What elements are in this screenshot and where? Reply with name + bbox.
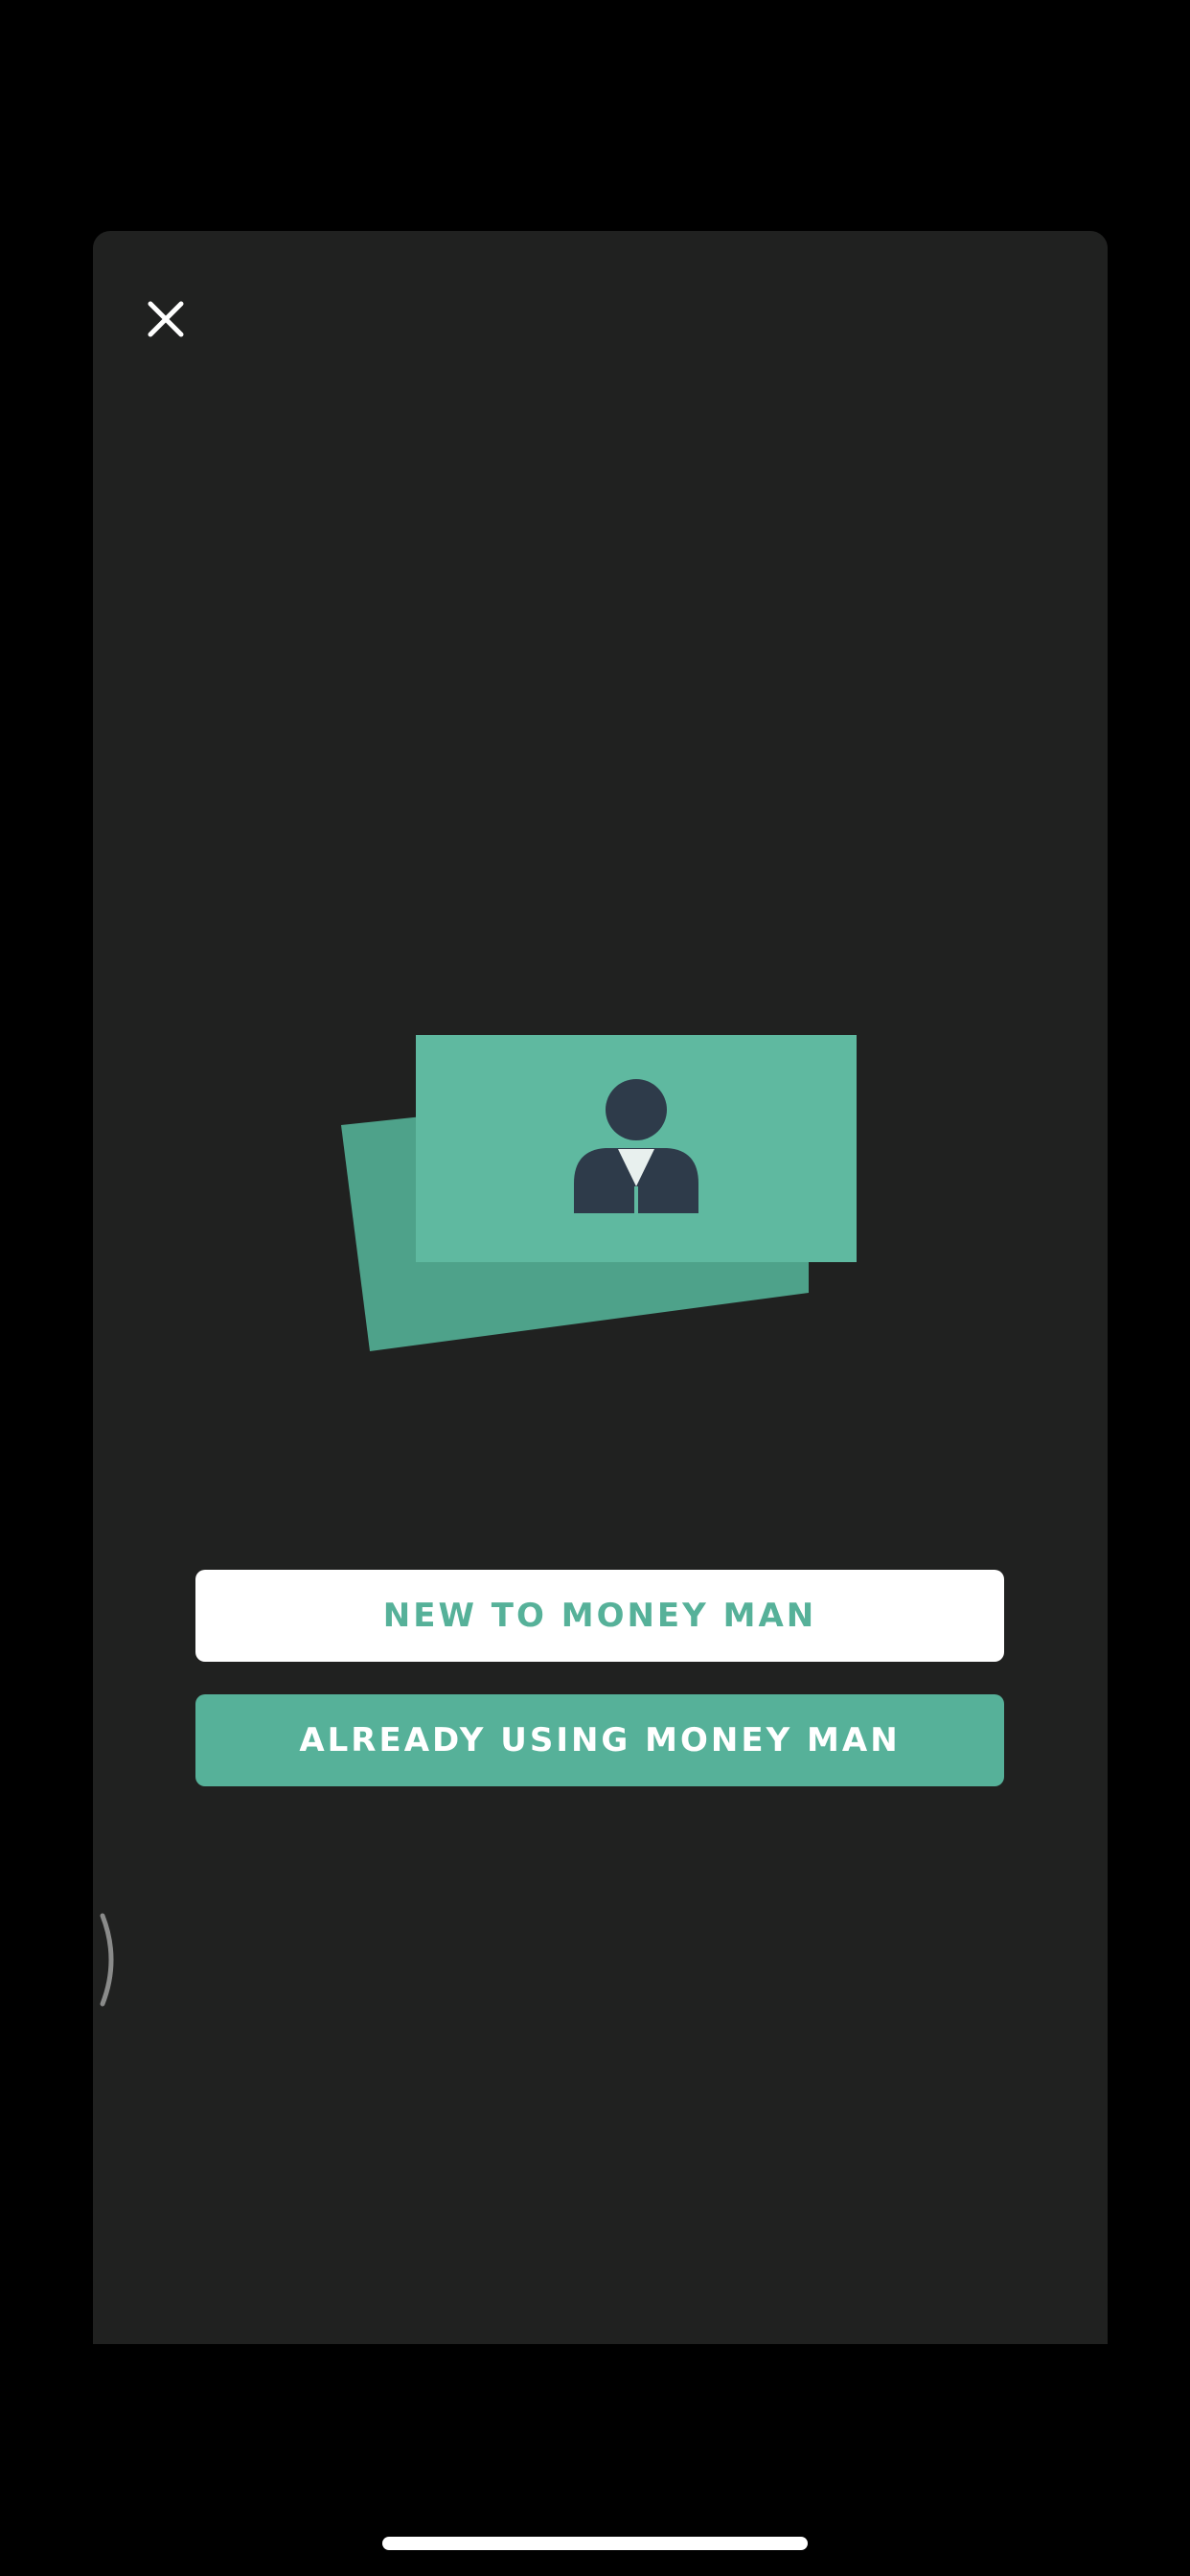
bracket-icon bbox=[100, 1913, 114, 2007]
new-user-button[interactable]: NEW TO MONEY MAN bbox=[195, 1570, 1004, 1662]
business-card-illustration bbox=[335, 1025, 872, 1361]
person-head bbox=[606, 1079, 667, 1140]
business-card-person-icon bbox=[341, 1035, 857, 1351]
new-user-button-label: NEW TO MONEY MAN bbox=[382, 1597, 817, 1635]
home-indicator[interactable] bbox=[382, 2537, 808, 2550]
close-button[interactable] bbox=[137, 290, 195, 348]
existing-user-button-label: ALREADY USING MONEY MAN bbox=[299, 1721, 901, 1760]
side-handle bbox=[95, 1912, 124, 2008]
close-icon bbox=[148, 301, 184, 337]
existing-user-button[interactable]: ALREADY USING MONEY MAN bbox=[195, 1694, 1004, 1786]
